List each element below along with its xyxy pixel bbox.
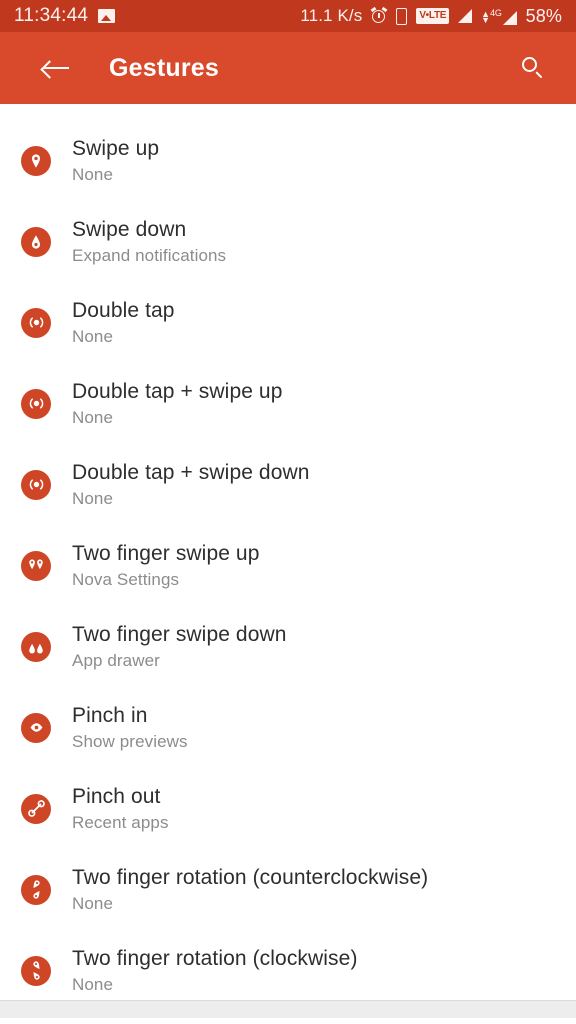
item-value: Expand notifications xyxy=(72,245,227,265)
item-texts: Two finger swipe down App drawer xyxy=(72,622,307,671)
signal-4g-icon xyxy=(502,10,517,25)
list-item[interactable]: Swipe down Expand notifications xyxy=(0,201,576,282)
swipe-down-icon xyxy=(21,226,51,257)
item-title: Double tap + swipe down xyxy=(72,460,310,484)
rotate-cw-icon xyxy=(21,955,51,986)
list-item[interactable]: Double tap + swipe down None xyxy=(0,444,576,525)
double-tap-swipe-up-icon xyxy=(21,388,51,419)
item-title: Pinch out xyxy=(72,784,161,808)
page-title: Gestures xyxy=(109,53,219,82)
search-button[interactable] xyxy=(510,46,554,90)
item-texts: Double tap None xyxy=(72,298,195,347)
item-title: Pinch in xyxy=(72,703,148,727)
alarm-icon xyxy=(370,6,388,24)
swipe-up-icon xyxy=(21,145,51,176)
icon-cell xyxy=(0,550,72,581)
list-item[interactable]: Two finger rotation (clockwise) None xyxy=(0,930,576,1011)
item-texts: Double tap + swipe down None xyxy=(72,460,330,509)
list-item[interactable]: Pinch out Recent apps xyxy=(0,768,576,849)
icon-cell xyxy=(0,226,72,257)
icon-cell xyxy=(0,469,72,500)
search-icon xyxy=(520,56,544,80)
item-value: None xyxy=(72,164,114,184)
item-title: Two finger swipe down xyxy=(72,622,287,646)
list-item[interactable]: Double tap None xyxy=(0,282,576,363)
item-title: Swipe up xyxy=(72,136,160,160)
item-texts: Swipe up None xyxy=(72,136,179,185)
item-title: Double tap xyxy=(72,298,175,322)
sim-card-icon xyxy=(396,7,408,25)
list-item[interactable]: Two finger swipe down App drawer xyxy=(0,606,576,687)
item-texts: Two finger rotation (counterclockwise) N… xyxy=(72,865,448,914)
item-texts: Pinch in Show previews xyxy=(72,703,208,752)
item-value: None xyxy=(72,893,114,913)
image-icon xyxy=(98,9,116,23)
volte-icon: V•LTE xyxy=(416,8,450,24)
two-finger-swipe-up-icon xyxy=(21,550,51,581)
item-texts: Two finger rotation (clockwise) None xyxy=(72,946,378,995)
icon-cell xyxy=(0,793,72,824)
item-value: None xyxy=(72,326,114,346)
signal-bars-icon xyxy=(458,9,473,23)
data-arrows-icon: ▲ ▼ xyxy=(481,8,491,26)
back-arrow-icon xyxy=(43,58,69,78)
icon-cell xyxy=(0,955,72,986)
icon-cell xyxy=(0,712,72,743)
item-value: App drawer xyxy=(72,650,160,670)
icon-cell xyxy=(0,874,72,905)
item-texts: Two finger swipe up Nova Settings xyxy=(72,541,280,590)
status-bar: 11:34:44 11.1 K/s V•LTE ▲ ▼ 4G 58% xyxy=(0,0,576,32)
phone-screen: 11:34:44 11.1 K/s V•LTE ▲ ▼ 4G 58% Gestu… xyxy=(0,0,576,1024)
icon-cell xyxy=(0,631,72,662)
double-tap-icon xyxy=(21,307,51,338)
item-texts: Double tap + swipe up None xyxy=(72,379,303,428)
status-clock: 11:34:44 xyxy=(14,5,89,26)
status-bar-right: 11.1 K/s V•LTE ▲ ▼ 4G 58% xyxy=(300,6,562,27)
mobile-data-icon: ▲ ▼ 4G xyxy=(481,8,517,25)
app-bar: Gestures xyxy=(0,32,576,104)
item-texts: Swipe down Expand notifications xyxy=(72,217,246,266)
item-value: None xyxy=(72,407,114,427)
list-item[interactable]: Pinch in Show previews xyxy=(0,687,576,768)
list-item[interactable]: Two finger rotation (counterclockwise) N… xyxy=(0,849,576,930)
list-item[interactable]: Swipe up None xyxy=(0,120,576,201)
rotate-ccw-icon xyxy=(21,874,51,905)
item-title: Double tap + swipe up xyxy=(72,379,283,403)
item-title: Swipe down xyxy=(72,217,187,241)
item-texts: Pinch out Recent apps xyxy=(72,784,189,833)
item-value: Show previews xyxy=(72,731,188,751)
list-item[interactable]: Double tap + swipe up None xyxy=(0,363,576,444)
pinch-in-icon xyxy=(21,712,51,743)
pinch-out-icon xyxy=(21,793,51,824)
back-button[interactable] xyxy=(36,48,76,88)
network-type-label: 4G xyxy=(490,7,502,18)
battery-percent-label: 58% xyxy=(525,5,562,26)
network-speed-label: 11.1 K/s xyxy=(300,6,363,25)
icon-cell xyxy=(0,307,72,338)
icon-cell xyxy=(0,388,72,419)
icon-cell xyxy=(0,145,72,176)
item-title: Two finger rotation (counterclockwise) xyxy=(72,865,429,889)
status-bar-left: 11:34:44 xyxy=(14,5,116,27)
item-value: None xyxy=(72,974,114,994)
item-title: Two finger rotation (clockwise) xyxy=(72,946,358,970)
item-value: Nova Settings xyxy=(72,569,180,589)
double-tap-swipe-down-icon xyxy=(21,469,51,500)
gesture-list: Swipe up None Swipe down Expand notifica… xyxy=(0,104,576,1011)
navigation-bar-bottom xyxy=(0,1018,576,1024)
item-value: None xyxy=(72,488,114,508)
item-value: Recent apps xyxy=(72,812,169,832)
two-finger-swipe-down-icon xyxy=(21,631,51,662)
list-item[interactable]: Two finger swipe up Nova Settings xyxy=(0,525,576,606)
navigation-bar-strip xyxy=(0,1001,576,1018)
item-title: Two finger swipe up xyxy=(72,541,260,565)
